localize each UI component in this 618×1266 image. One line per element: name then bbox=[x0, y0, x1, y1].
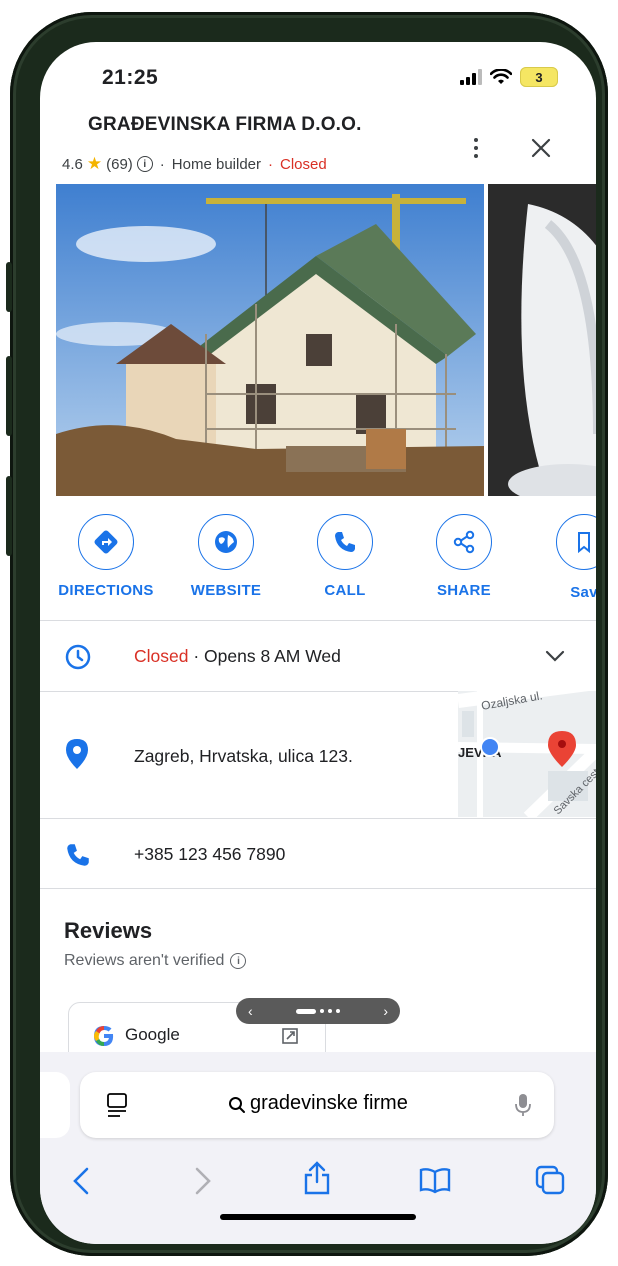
screen: 21:25 3 GRAĐEVINSKA FIRMA D.O.O. 4.6 ★ (… bbox=[40, 42, 596, 1244]
phone-icon bbox=[317, 514, 373, 570]
location-pin-icon bbox=[66, 739, 88, 769]
map-preview: Ozaljska ul. ŠNJEVKA Savska cesta bbox=[458, 691, 596, 817]
chevron-right-icon[interactable]: › bbox=[383, 1003, 388, 1019]
meta-separator: · bbox=[159, 155, 165, 173]
microphone-icon[interactable] bbox=[514, 1092, 532, 1118]
globe-icon bbox=[198, 514, 254, 570]
reviews-heading: Reviews bbox=[64, 918, 153, 943]
place-photo-main[interactable] bbox=[56, 184, 484, 496]
bookmark-icon bbox=[556, 514, 596, 570]
tab-dots-indicator bbox=[296, 1008, 340, 1014]
share-icon bbox=[436, 514, 492, 570]
place-title: GRAĐEVINSKA FIRMA D.O.O. bbox=[88, 114, 362, 135]
tab-overview-pill[interactable]: ‹ › bbox=[236, 998, 400, 1024]
battery-indicator: 3 bbox=[520, 67, 558, 87]
phone-number: +385 123 456 7890 bbox=[134, 844, 286, 864]
meta-separator: · bbox=[268, 155, 274, 173]
search-icon bbox=[229, 1097, 245, 1113]
forward-icon[interactable] bbox=[194, 1166, 212, 1196]
place-meta: 4.6 ★ (69) i · Home builder · Closed bbox=[62, 154, 327, 174]
hours-detail: · Opens 8 AM Wed bbox=[188, 646, 341, 666]
action-buttons: DIRECTIONS WEBSITE CALL SHARE Sav bbox=[40, 514, 596, 614]
website-label: WEBSITE bbox=[190, 582, 262, 599]
status-icons: 3 bbox=[460, 67, 558, 87]
browser-nav bbox=[40, 1156, 596, 1206]
hours-row[interactable]: Closed · Opens 8 AM Wed bbox=[40, 621, 596, 691]
wifi-icon bbox=[490, 69, 512, 84]
save-button[interactable]: Sav bbox=[524, 514, 596, 601]
place-category: Home builder bbox=[171, 155, 262, 173]
home-indicator bbox=[220, 1214, 416, 1220]
save-label: Sav bbox=[570, 584, 596, 601]
phone-icon bbox=[67, 844, 89, 866]
call-label: CALL bbox=[324, 582, 366, 599]
construction-house-photo bbox=[56, 184, 484, 496]
search-query: gradevinske firme bbox=[250, 1092, 408, 1114]
share-button[interactable]: SHARE bbox=[404, 514, 524, 599]
call-button[interactable]: CALL bbox=[285, 514, 405, 599]
website-button[interactable]: WEBSITE bbox=[166, 514, 286, 599]
place-photo-secondary[interactable] bbox=[488, 184, 596, 496]
volume-up-button bbox=[6, 356, 12, 436]
reader-icon[interactable] bbox=[106, 1092, 128, 1118]
google-logo-icon bbox=[94, 1026, 114, 1046]
info-icon[interactable]: i bbox=[136, 156, 153, 172]
signal-icon bbox=[460, 69, 482, 85]
chevron-left-icon[interactable]: ‹ bbox=[248, 1003, 253, 1019]
more-options-button[interactable] bbox=[464, 132, 488, 164]
back-icon[interactable] bbox=[72, 1166, 90, 1196]
review-count[interactable]: (69) bbox=[106, 156, 133, 173]
clock-icon bbox=[65, 644, 91, 670]
external-link-icon[interactable] bbox=[281, 1027, 299, 1045]
star-icon: ★ bbox=[86, 154, 103, 173]
divider bbox=[40, 888, 596, 889]
close-button[interactable] bbox=[530, 134, 552, 166]
reviews-subtitle: Reviews aren't verified i bbox=[64, 952, 247, 970]
phone-row[interactable]: +385 123 456 7890 bbox=[40, 819, 596, 889]
status-time: 21:25 bbox=[102, 66, 159, 89]
address-bar[interactable]: gradevinske firme bbox=[80, 1072, 554, 1138]
info-icon[interactable]: i bbox=[230, 953, 247, 969]
share-sheet-icon[interactable] bbox=[302, 1160, 332, 1196]
directions-icon bbox=[78, 514, 134, 570]
close-icon bbox=[531, 138, 551, 158]
share-label: SHARE bbox=[436, 582, 491, 599]
hours-text: Closed · Opens 8 AM Wed bbox=[134, 646, 341, 667]
map-thumbnail[interactable]: Ozaljska ul. ŠNJEVKA Savska cesta bbox=[458, 691, 596, 817]
rating-value: 4.6 bbox=[62, 155, 83, 173]
hours-status: Closed bbox=[134, 646, 189, 666]
previous-tab-url-bar[interactable] bbox=[40, 1072, 70, 1138]
bookmarks-icon[interactable] bbox=[418, 1166, 452, 1194]
hard-hat-photo bbox=[488, 184, 596, 496]
google-label: Google bbox=[125, 1025, 180, 1044]
side-button bbox=[6, 262, 12, 312]
directions-button[interactable]: DIRECTIONS bbox=[46, 514, 166, 599]
directions-label: DIRECTIONS bbox=[58, 582, 154, 599]
address-text: Zagreb, Hrvatska, ulica 123. bbox=[134, 746, 353, 766]
tabs-icon[interactable] bbox=[534, 1164, 566, 1196]
volume-down-button bbox=[6, 476, 12, 556]
reviews-note: Reviews aren't verified bbox=[64, 952, 225, 969]
chevron-down-icon[interactable] bbox=[544, 649, 566, 663]
open-status: Closed bbox=[280, 155, 327, 173]
